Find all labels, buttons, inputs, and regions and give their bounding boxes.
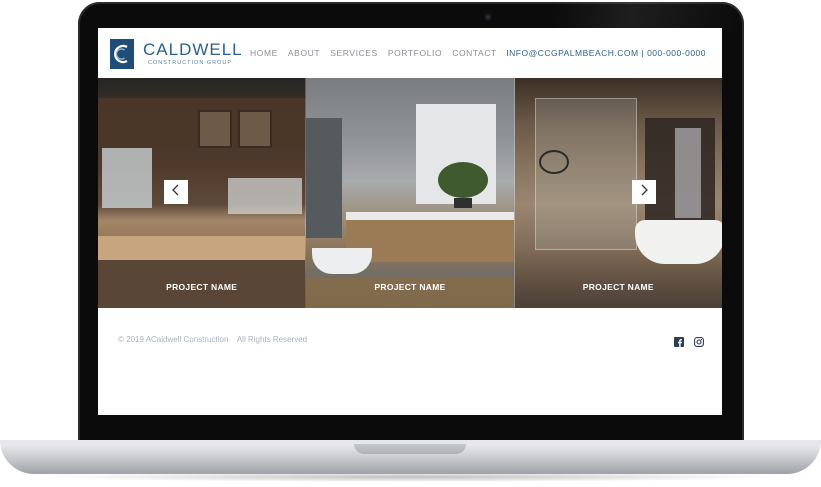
chevron-left-icon [171, 183, 181, 201]
email-link[interactable]: INFO@CCGPALMBEACH.COM [506, 48, 638, 58]
brand-tagline: CONSTRUCTION GROUP [148, 60, 232, 66]
gallery-prev-button[interactable] [164, 180, 188, 204]
webcam-icon [484, 13, 492, 21]
project-card-bath[interactable]: PROJECT NAME [306, 78, 515, 308]
chevron-right-icon [639, 183, 649, 201]
contact-info: INFO@CCGPALMBEACH.COM | 000-000-0000 [506, 48, 706, 58]
site-footer: © 2019 ACaldwell Construction All Rights… [98, 308, 722, 415]
project-caption: PROJECT NAME [166, 282, 238, 292]
project-card-kitchen[interactable]: PROJECT NAME [98, 78, 307, 308]
nav-item-contact[interactable]: CONTACT [452, 48, 497, 58]
nav-item-home[interactable]: HOME [250, 48, 278, 58]
project-card-shower[interactable]: PROJECT NAME [514, 78, 722, 308]
social-links [674, 334, 704, 347]
main-nav: HOME ABOUT SERVICES PORTFOLIO CONTACT [250, 48, 497, 58]
project-gallery: PROJECT NAME PROJECT NAME PROJECT NAME [98, 78, 722, 308]
nav-item-about[interactable]: ABOUT [288, 48, 320, 58]
contact-separator: | [641, 48, 645, 58]
website-screen: CALDWELL CONSTRUCTION GROUP HOME ABOUT S… [98, 28, 722, 415]
copyright-text: © 2019 ACaldwell Construction All Rights… [118, 335, 308, 344]
gallery-next-button[interactable] [632, 180, 656, 204]
nav-item-services[interactable]: SERVICES [330, 48, 378, 58]
site-header: CALDWELL CONSTRUCTION GROUP HOME ABOUT S… [98, 28, 722, 78]
project-caption: PROJECT NAME [374, 282, 446, 292]
instagram-icon[interactable] [694, 334, 704, 347]
facebook-icon[interactable] [674, 334, 684, 347]
brand-name[interactable]: CALDWELL [143, 40, 243, 60]
laptop-notch [354, 444, 466, 454]
project-caption: PROJECT NAME [582, 282, 654, 292]
nav-item-portfolio[interactable]: PORTFOLIO [388, 48, 442, 58]
logo-icon[interactable] [110, 39, 134, 69]
phone-link[interactable]: 000-000-0000 [647, 48, 706, 58]
